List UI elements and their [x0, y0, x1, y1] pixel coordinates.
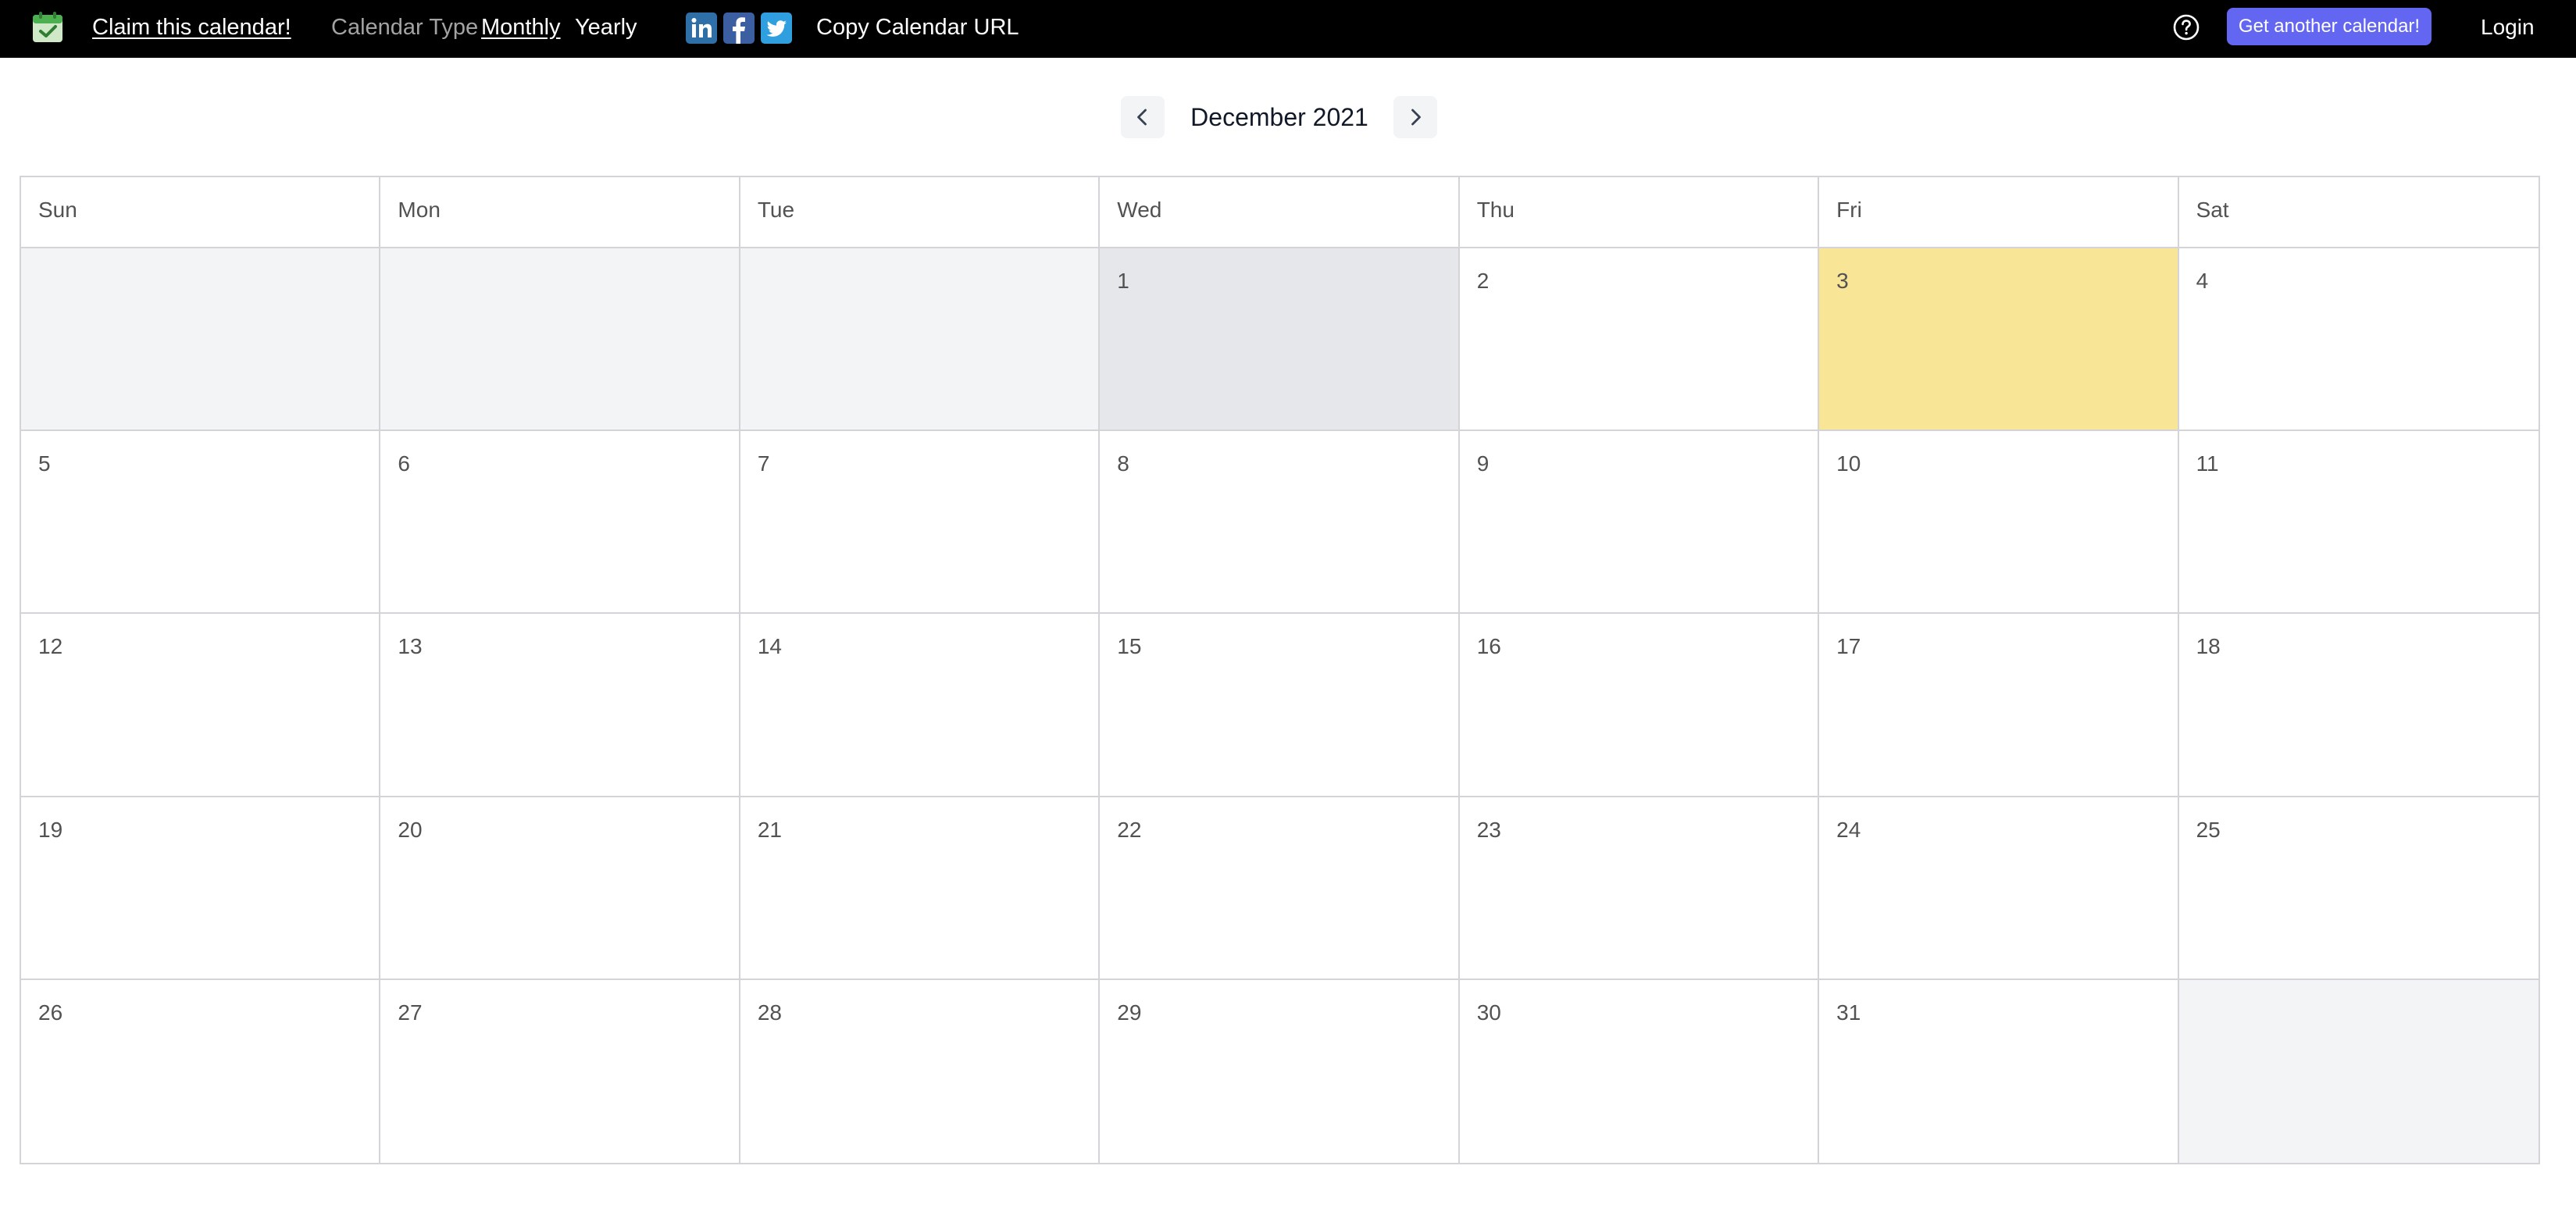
- yearly-view-link[interactable]: Yearly: [575, 12, 637, 43]
- day-number: 13: [398, 634, 423, 659]
- weekday-header: Fri: [1819, 177, 2179, 248]
- empty-day-cell: [2178, 979, 2539, 1163]
- day-number: 21: [757, 817, 782, 842]
- calendar-type-label: Calendar Type: [331, 15, 479, 40]
- copy-calendar-url-button[interactable]: Copy Calendar URL: [816, 12, 1019, 43]
- day-number: 14: [757, 634, 782, 659]
- day-number: 5: [38, 451, 51, 476]
- day-cell[interactable]: 11: [2178, 431, 2539, 615]
- day-number: 6: [398, 451, 410, 476]
- day-cell[interactable]: 25: [2178, 797, 2539, 980]
- day-cell[interactable]: 6: [380, 431, 740, 615]
- day-cell[interactable]: 16: [1459, 614, 1820, 797]
- day-cell[interactable]: 5: [21, 431, 381, 615]
- previous-month-button[interactable]: [1121, 96, 1165, 138]
- day-number: 11: [2196, 451, 2219, 476]
- day-number: 26: [38, 1000, 63, 1025]
- weekday-header: Sat: [2178, 177, 2539, 248]
- day-cell[interactable]: 4: [2178, 248, 2539, 432]
- day-number: 29: [1117, 1000, 1142, 1025]
- day-number: 22: [1117, 817, 1142, 842]
- day-number: 25: [2196, 817, 2221, 842]
- day-cell[interactable]: 1: [1100, 248, 1460, 432]
- empty-day-cell: [740, 248, 1101, 432]
- day-cell[interactable]: 21: [740, 797, 1101, 980]
- day-cell[interactable]: 14: [740, 614, 1101, 797]
- day-number: 18: [2196, 634, 2221, 659]
- chevron-left-icon: [1137, 109, 1147, 126]
- day-cell[interactable]: 27: [380, 979, 740, 1163]
- day-cell[interactable]: 9: [1459, 431, 1820, 615]
- day-cell[interactable]: 20: [380, 797, 740, 980]
- day-number: 17: [1836, 634, 1861, 659]
- day-cell[interactable]: 24: [1819, 797, 2179, 980]
- facebook-icon[interactable]: [723, 12, 755, 44]
- login-link[interactable]: Login: [2481, 12, 2535, 43]
- day-number: 23: [1476, 817, 1501, 842]
- day-cell[interactable]: 22: [1100, 797, 1460, 980]
- day-cell[interactable]: 2: [1459, 248, 1820, 432]
- day-cell[interactable]: 29: [1100, 979, 1460, 1163]
- claim-calendar-link[interactable]: Claim this calendar!: [92, 12, 291, 43]
- chevron-right-icon: [1411, 109, 1421, 126]
- month-title: December 2021: [1190, 103, 1368, 131]
- linkedin-icon[interactable]: [686, 12, 717, 44]
- day-cell[interactable]: 17: [1819, 614, 2179, 797]
- day-number: 30: [1476, 1000, 1501, 1025]
- day-number: 10: [1836, 451, 1861, 476]
- day-number: 16: [1476, 634, 1501, 659]
- day-cell[interactable]: 10: [1819, 431, 2179, 615]
- weekday-header: Wed: [1100, 177, 1460, 248]
- weekday-header: Thu: [1459, 177, 1820, 248]
- day-number: 27: [398, 1000, 423, 1025]
- day-number: 12: [38, 634, 63, 659]
- top-bar: Claim this calendar! Calendar Type Month…: [0, 0, 2576, 58]
- calendar-check-icon[interactable]: [31, 11, 64, 44]
- day-number: 24: [1836, 817, 1861, 842]
- day-cell[interactable]: 19: [21, 797, 381, 980]
- day-number: 1: [1117, 269, 1129, 293]
- twitter-icon[interactable]: [761, 12, 792, 44]
- day-number: 19: [38, 817, 63, 842]
- weekday-header: Mon: [380, 177, 740, 248]
- day-number: 8: [1117, 451, 1129, 476]
- day-number: 31: [1836, 1000, 1861, 1025]
- day-cell[interactable]: 26: [21, 979, 381, 1163]
- empty-day-cell: [21, 248, 381, 432]
- weekday-header: Sun: [21, 177, 381, 248]
- calendar-grid: Sun Mon Tue Wed Thu Fri Sat 1 2 3 4 5 6 7 8 9 10 11 12 13 14…: [20, 176, 2540, 1164]
- day-cell[interactable]: 15: [1100, 614, 1460, 797]
- day-cell[interactable]: 8: [1100, 431, 1460, 615]
- weekday-header: Tue: [740, 177, 1101, 248]
- monthly-view-link[interactable]: Monthly: [481, 12, 561, 43]
- day-number: 15: [1117, 634, 1142, 659]
- today-cell[interactable]: 3: [1819, 248, 2179, 432]
- day-number: 20: [398, 817, 423, 842]
- empty-day-cell: [380, 248, 740, 432]
- day-number: 2: [1476, 269, 1490, 293]
- get-another-calendar-button[interactable]: Get another calendar!: [2227, 8, 2432, 45]
- next-month-button[interactable]: [1393, 96, 1437, 138]
- question-circle-icon[interactable]: [2171, 12, 2201, 42]
- day-cell[interactable]: 31: [1819, 979, 2179, 1163]
- day-number: 3: [1836, 269, 1849, 293]
- day-cell[interactable]: 18: [2178, 614, 2539, 797]
- day-number: 4: [2196, 269, 2209, 293]
- day-number: 7: [757, 451, 770, 476]
- day-cell[interactable]: 12: [21, 614, 381, 797]
- day-cell[interactable]: 13: [380, 614, 740, 797]
- day-cell[interactable]: 30: [1459, 979, 1820, 1163]
- day-number: 28: [757, 1000, 782, 1025]
- day-cell[interactable]: 7: [740, 431, 1101, 615]
- day-cell[interactable]: 23: [1459, 797, 1820, 980]
- day-number: 9: [1476, 451, 1490, 476]
- day-cell[interactable]: 28: [740, 979, 1101, 1163]
